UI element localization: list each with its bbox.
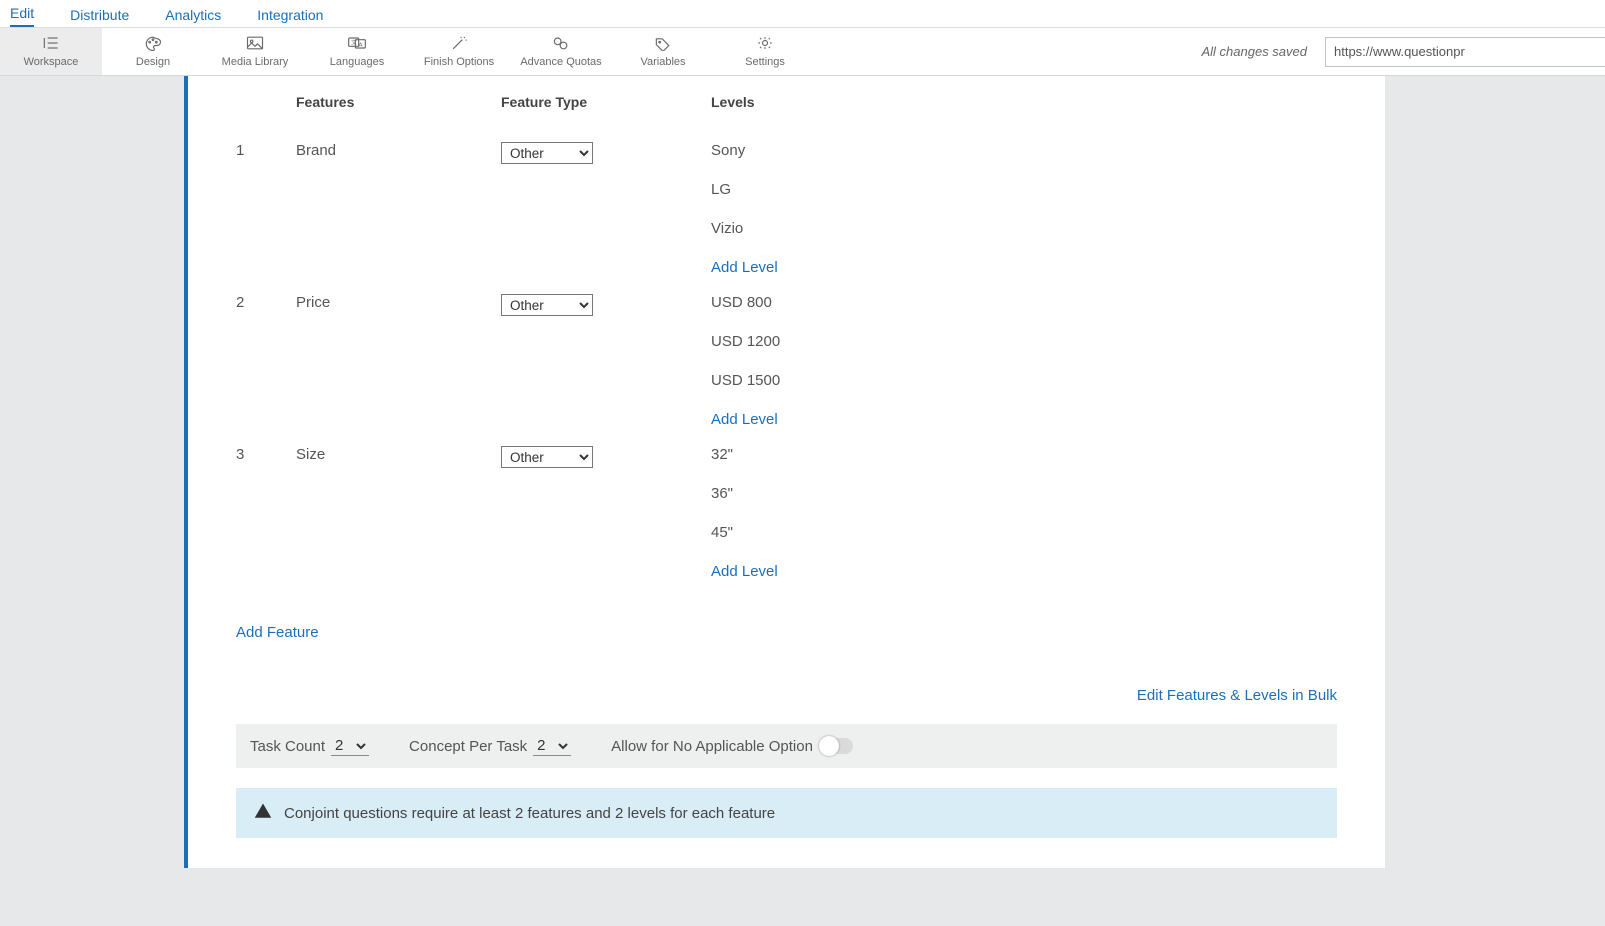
- svg-text:文: 文: [351, 39, 357, 47]
- level-item[interactable]: LG: [711, 181, 1337, 198]
- finish-label: Finish Options: [424, 56, 494, 68]
- image-icon: [245, 35, 265, 54]
- feature-number: 1: [236, 124, 296, 276]
- tag-icon: [653, 35, 673, 54]
- add-level-link[interactable]: Add Level: [711, 563, 1337, 580]
- variables-label: Variables: [640, 56, 685, 68]
- task-count-label: Task Count: [250, 738, 325, 755]
- feature-name[interactable]: Brand: [296, 124, 501, 276]
- tab-distribute[interactable]: Distribute: [70, 7, 129, 27]
- col-header-feature-type: Feature Type: [501, 94, 711, 124]
- design-label: Design: [136, 56, 170, 68]
- add-level-link[interactable]: Add Level: [711, 411, 1337, 428]
- quotas-icon: [551, 35, 571, 54]
- task-count-select[interactable]: 2: [331, 736, 369, 756]
- languages-icon: 文A: [347, 35, 367, 54]
- workspace-icon: [41, 35, 61, 54]
- level-item[interactable]: 32": [711, 446, 1337, 463]
- concept-per-task-label: Concept Per Task: [409, 738, 527, 755]
- media-label: Media Library: [222, 56, 289, 68]
- finish-options-button[interactable]: Finish Options: [408, 28, 510, 75]
- level-item[interactable]: Vizio: [711, 220, 1337, 237]
- feature-row: 1 Brand Other Sony LG Vizio: [236, 124, 1337, 276]
- level-item[interactable]: Sony: [711, 142, 1337, 159]
- settings-label: Settings: [745, 56, 785, 68]
- settings-button[interactable]: Settings: [714, 28, 816, 75]
- editor-toolbar: Workspace Design Media Library 文A Langua…: [0, 28, 1605, 76]
- feature-type-select[interactable]: Other: [501, 142, 593, 164]
- level-item[interactable]: USD 1200: [711, 333, 1337, 350]
- edit-bulk-link[interactable]: Edit Features & Levels in Bulk: [1137, 687, 1337, 704]
- tab-analytics[interactable]: Analytics: [165, 7, 221, 27]
- tab-integration[interactable]: Integration: [257, 7, 323, 27]
- feature-row: 2 Price Other USD 800 USD 1200 USD 1500: [236, 276, 1337, 428]
- level-item[interactable]: USD 1500: [711, 372, 1337, 389]
- feature-number: 2: [236, 276, 296, 428]
- media-library-button[interactable]: Media Library: [204, 28, 306, 75]
- tab-edit[interactable]: Edit: [10, 5, 34, 27]
- save-status: All changes saved: [1201, 44, 1307, 59]
- feature-type-select[interactable]: Other: [501, 294, 593, 316]
- left-gutter: [0, 76, 184, 868]
- task-config-bar: Task Count 2 Concept Per Task 2 Allow fo…: [236, 724, 1337, 768]
- svg-text:A: A: [359, 42, 363, 48]
- feature-row: 3 Size Other 32" 36" 45": [236, 428, 1337, 580]
- gear-icon: [755, 35, 775, 54]
- feature-type-select[interactable]: Other: [501, 446, 593, 468]
- col-header-levels: Levels: [711, 94, 1337, 124]
- feature-name[interactable]: Size: [296, 428, 501, 580]
- add-feature-link[interactable]: Add Feature: [236, 624, 319, 641]
- allow-na-toggle[interactable]: [819, 738, 853, 754]
- survey-url-input[interactable]: [1325, 37, 1605, 67]
- col-header-features: Features: [296, 94, 501, 124]
- palette-icon: [143, 35, 163, 54]
- feature-name[interactable]: Price: [296, 276, 501, 428]
- conjoint-editor-card: Features Feature Type Levels 1 Brand Oth…: [184, 76, 1385, 868]
- level-item[interactable]: 36": [711, 485, 1337, 502]
- workspace-label: Workspace: [24, 56, 79, 68]
- allow-na-label: Allow for No Applicable Option: [611, 738, 813, 755]
- languages-button[interactable]: 文A Languages: [306, 28, 408, 75]
- wand-icon: [449, 35, 469, 54]
- features-table: Features Feature Type Levels 1 Brand Oth…: [236, 94, 1337, 580]
- quotas-label: Advance Quotas: [520, 56, 601, 68]
- design-button[interactable]: Design: [102, 28, 204, 75]
- add-level-link[interactable]: Add Level: [711, 259, 1337, 276]
- top-nav: Edit Distribute Analytics Integration: [0, 0, 1605, 28]
- feature-number: 3: [236, 428, 296, 580]
- warning-icon: [254, 802, 272, 824]
- concept-per-task-select[interactable]: 2: [533, 736, 571, 756]
- validation-alert: Conjoint questions require at least 2 fe…: [236, 788, 1337, 838]
- alert-text: Conjoint questions require at least 2 fe…: [284, 805, 775, 822]
- variables-button[interactable]: Variables: [612, 28, 714, 75]
- workspace-button[interactable]: Workspace: [0, 28, 102, 75]
- level-item[interactable]: 45": [711, 524, 1337, 541]
- level-item[interactable]: USD 800: [711, 294, 1337, 311]
- languages-label: Languages: [330, 56, 384, 68]
- advance-quotas-button[interactable]: Advance Quotas: [510, 28, 612, 75]
